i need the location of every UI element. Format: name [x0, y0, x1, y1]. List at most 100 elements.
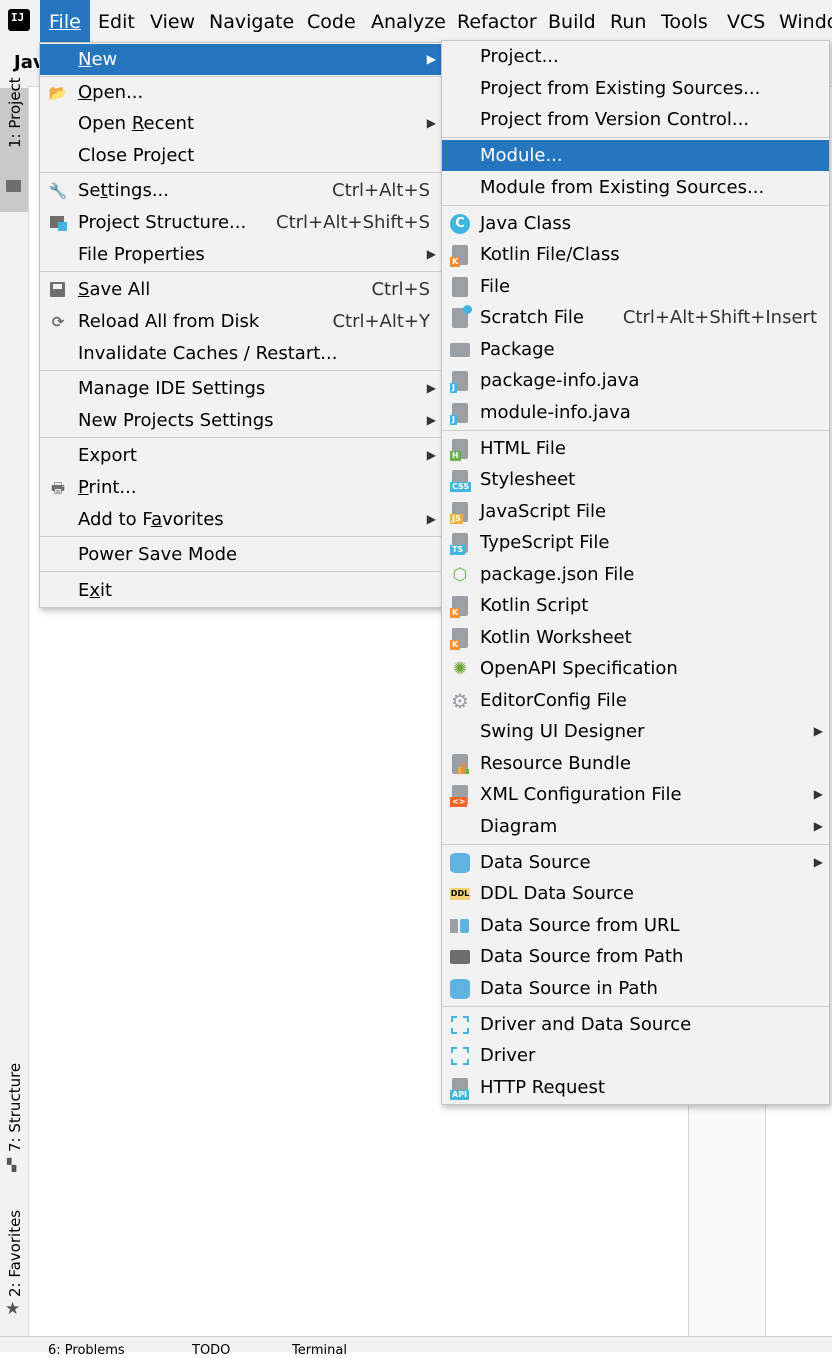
kotlin-file-icon: K: [450, 245, 468, 267]
structure-icon: ▚: [7, 1158, 17, 1172]
new-data-source-in-path[interactable]: Data Source in Path: [442, 973, 829, 1004]
menu-separator: [40, 571, 442, 572]
folder-icon: [6, 180, 21, 192]
new-driver-and-data-source[interactable]: Driver and Data Source: [442, 1009, 829, 1040]
menu-separator: [40, 370, 442, 371]
new-openapi-spec[interactable]: ✺ OpenAPI Specification: [442, 653, 829, 684]
scratch-file-icon: [452, 305, 472, 328]
save-icon: [48, 280, 68, 300]
new-project-from-vcs[interactable]: Project from Version Control...: [442, 104, 829, 135]
file-menu-add-to-favorites[interactable]: Add to Favorites ▶: [40, 504, 442, 535]
new-kotlin-script[interactable]: K Kotlin Script: [442, 590, 829, 621]
file-menu-file-properties[interactable]: File Properties ▶: [40, 239, 442, 270]
new-module-from-existing-sources[interactable]: Module from Existing Sources...: [442, 172, 829, 203]
favorites-tab-label: 2: Favorites: [6, 1209, 24, 1297]
file-menu-reload[interactable]: ⟳ Reload All from Disk Ctrl+Alt+Y: [40, 306, 442, 337]
tool-window-favorites-tab[interactable]: 2: Favorites ★: [0, 1205, 28, 1325]
menu-analyze[interactable]: Analyze: [362, 0, 455, 42]
new-html-file[interactable]: H HTML File: [442, 433, 829, 464]
new-driver[interactable]: Driver: [442, 1040, 829, 1071]
new-kotlin-worksheet[interactable]: K Kotlin Worksheet: [442, 622, 829, 653]
ddl-icon: DDL: [450, 888, 470, 900]
new-module-info-java[interactable]: Jmodule-info.java: [442, 397, 829, 428]
new-http-request[interactable]: API HTTP Request: [442, 1072, 829, 1103]
file-menu-close-project[interactable]: Close Project: [40, 140, 442, 171]
file-menu-power-save-mode[interactable]: Power Save Mode: [40, 539, 442, 570]
file-menu-print[interactable]: 🖶 Print...: [40, 472, 442, 503]
ts-file-icon: TS: [450, 533, 468, 555]
project-structure-icon: [48, 213, 68, 233]
new-project[interactable]: Project...: [442, 41, 829, 72]
package-icon: [450, 343, 470, 357]
file-menu-manage-ide-settings[interactable]: Manage IDE Settings ▶: [40, 373, 442, 404]
file-menu-export[interactable]: Export ▶: [40, 440, 442, 471]
html-file-icon: H: [450, 439, 468, 461]
main-menu-bar: IJ File Edit View Navigate Code Analyze …: [0, 0, 832, 43]
menu-file[interactable]: File: [40, 0, 90, 42]
menu-window[interactable]: Windo: [770, 0, 832, 42]
menu-build[interactable]: Build: [539, 0, 605, 42]
menu-separator: [442, 137, 829, 138]
new-swing-ui-designer[interactable]: Swing UI Designer ▶: [442, 716, 829, 747]
js-file-icon: JS: [450, 502, 468, 524]
new-typescript-file[interactable]: TS TypeScript File: [442, 527, 829, 558]
file-menu-new-projects-settings[interactable]: New Projects Settings ▶: [40, 405, 442, 436]
nodejs-icon: ⬡: [452, 565, 468, 585]
kotlin-script-icon: K: [450, 596, 468, 618]
file-menu-exit[interactable]: Exit: [40, 575, 442, 606]
menu-separator: [442, 1006, 829, 1007]
new-xml-configuration-file[interactable]: <> XML Configuration File ▶: [442, 779, 829, 810]
java-class-icon: C: [450, 214, 470, 234]
menu-tools[interactable]: Tools: [652, 0, 717, 42]
gear-icon: ⚙: [451, 689, 469, 713]
new-kotlin-file[interactable]: K Kotlin File/Class: [442, 239, 829, 270]
new-diagram[interactable]: Diagram ▶: [442, 811, 829, 842]
new-package-info-java[interactable]: Jpackage-info.java: [442, 365, 829, 396]
wrench-icon: 🔧: [48, 182, 68, 200]
menu-vcs[interactable]: VCS: [718, 0, 774, 42]
menu-refactor[interactable]: Refactor: [448, 0, 546, 42]
menu-view[interactable]: View: [141, 0, 204, 42]
menu-separator: [40, 536, 442, 537]
file-menu-project-structure[interactable]: Project Structure... Ctrl+Alt+Shift+S: [40, 207, 442, 238]
file-menu-open-recent[interactable]: Open Recent ▶: [40, 108, 442, 139]
tool-window-structure-tab[interactable]: 7: Structure ▚: [0, 1060, 28, 1175]
file-menu-save-all[interactable]: Save All Ctrl+S: [40, 274, 442, 305]
menu-navigate[interactable]: Navigate: [200, 0, 303, 42]
new-data-source[interactable]: Data Source ▶: [442, 847, 829, 878]
kotlin-worksheet-icon: K: [450, 628, 468, 650]
star-icon: ★: [5, 1299, 21, 1319]
new-data-source-from-url[interactable]: Data Source from URL: [442, 910, 829, 941]
database-icon: [450, 979, 470, 999]
database-icon: [450, 853, 470, 873]
new-package-json[interactable]: ⬡ package.json File: [442, 559, 829, 590]
file-menu-open[interactable]: 📂 Open...: [40, 77, 442, 108]
menu-edit[interactable]: Edit: [89, 0, 144, 42]
file-menu-invalidate-caches[interactable]: Invalidate Caches / Restart...: [40, 338, 442, 369]
new-scratch-file[interactable]: Scratch File Ctrl+Alt+Shift+Insert: [442, 302, 829, 333]
new-file[interactable]: File: [442, 271, 829, 302]
new-module[interactable]: Module...: [442, 140, 829, 171]
file-menu-settings[interactable]: 🔧 Settings... Ctrl+Alt+S: [40, 175, 442, 206]
new-editorconfig[interactable]: ⚙ EditorConfig File: [442, 685, 829, 716]
new-project-from-existing-sources[interactable]: Project from Existing Sources...: [442, 73, 829, 104]
api-icon: API: [450, 1078, 470, 1100]
new-submenu-popup: Project... Project from Existing Sources…: [441, 40, 830, 1105]
datasource-url-icon: [450, 916, 470, 936]
new-package[interactable]: Package: [442, 334, 829, 365]
menu-code[interactable]: Code: [298, 0, 365, 42]
driver-icon: [451, 1016, 469, 1034]
new-ddl-data-source[interactable]: DDL DDL Data Source: [442, 878, 829, 909]
driver-icon: [451, 1047, 469, 1065]
menu-run[interactable]: Run: [601, 0, 655, 42]
project-tab-label: 1: Project: [6, 77, 24, 148]
new-resource-bundle[interactable]: Resource Bundle: [442, 748, 829, 779]
java-file-icon: J: [450, 403, 468, 425]
new-stylesheet[interactable]: CSS Stylesheet: [442, 464, 829, 495]
reload-icon: ⟳: [51, 313, 65, 331]
new-java-class[interactable]: C Java Class: [442, 208, 829, 239]
file-menu-new[interactable]: New ▶: [40, 44, 442, 75]
tool-window-project-tab[interactable]: 1: Project: [0, 77, 28, 212]
new-javascript-file[interactable]: JS JavaScript File: [442, 496, 829, 527]
new-data-source-from-path[interactable]: Data Source from Path: [442, 941, 829, 972]
